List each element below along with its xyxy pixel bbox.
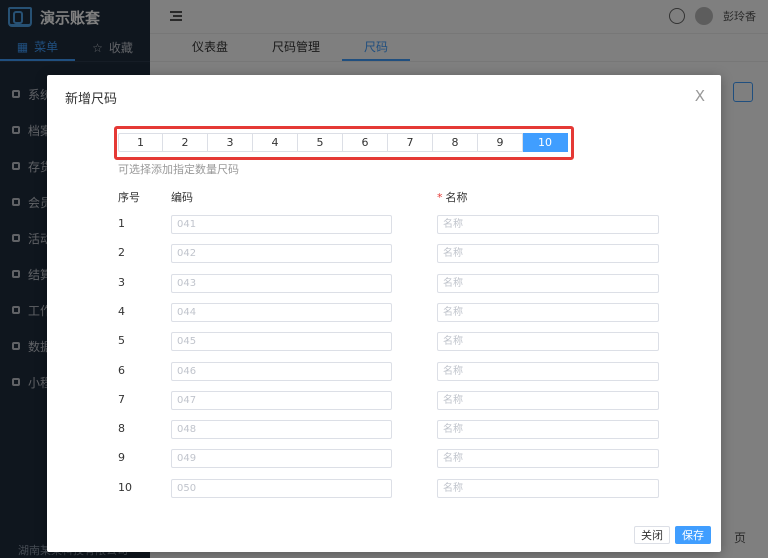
code-input[interactable] [171, 449, 392, 469]
count-option[interactable]: 2 [163, 133, 208, 152]
count-option[interactable]: 3 [208, 133, 253, 152]
count-option[interactable]: 4 [253, 133, 298, 152]
name-input[interactable] [437, 420, 659, 440]
size-row: 4 [47, 302, 721, 323]
header-code: 编码 [171, 191, 193, 204]
save-button[interactable]: 保存 [675, 526, 711, 544]
size-row: 7 [47, 390, 721, 411]
code-input[interactable] [171, 361, 392, 381]
count-option[interactable]: 5 [298, 133, 343, 152]
row-index: 5 [118, 334, 125, 348]
name-input[interactable] [437, 215, 659, 234]
count-option[interactable]: 8 [433, 133, 478, 152]
add-size-dialog: 新增尺码 X 1 2 3 4 5 6 7 8 9 10 可选择添加指定数量尺码 序号 编码 * 名称… [47, 75, 721, 552]
name-input[interactable] [437, 273, 659, 293]
count-hint: 可选择添加指定数量尺码 [118, 163, 239, 176]
row-index: 3 [118, 275, 125, 289]
name-input[interactable] [437, 332, 659, 352]
count-option[interactable]: 6 [343, 133, 388, 152]
row-index: 7 [118, 392, 125, 406]
header-name: * 名称 [437, 189, 468, 205]
row-index: 10 [118, 480, 132, 494]
code-input[interactable] [171, 215, 392, 234]
row-index: 2 [118, 246, 125, 260]
size-row: 8 [47, 420, 721, 440]
code-input[interactable] [171, 273, 392, 293]
header-name-label: 名称 [445, 191, 468, 204]
size-row: 6 [47, 361, 721, 382]
count-option[interactable]: 7 [388, 133, 433, 152]
size-row: 2 [47, 244, 721, 264]
code-input[interactable] [171, 332, 392, 352]
close-button[interactable]: 关闭 [634, 526, 670, 544]
name-input[interactable] [437, 390, 659, 410]
count-selector: 1 2 3 4 5 6 7 8 9 10 [118, 133, 568, 152]
code-input[interactable] [171, 478, 392, 498]
code-input[interactable] [171, 420, 392, 440]
size-row: 1 [47, 215, 721, 235]
name-input[interactable] [437, 244, 659, 264]
size-row: 9 [47, 449, 721, 469]
required-mark: * [437, 191, 443, 204]
code-input[interactable] [171, 390, 392, 410]
dialog-title: 新增尺码 [65, 92, 118, 107]
name-input[interactable] [437, 302, 659, 322]
row-index: 8 [118, 422, 125, 436]
name-input[interactable] [437, 478, 659, 498]
close-icon[interactable]: X [695, 87, 705, 105]
header-index: 序号 [118, 191, 140, 204]
name-input[interactable] [437, 361, 659, 381]
count-option[interactable]: 9 [478, 133, 523, 152]
row-index: 6 [118, 363, 125, 377]
count-option[interactable]: 10 [523, 133, 568, 152]
size-row: 10 [47, 478, 721, 499]
size-row: 3 [47, 273, 721, 294]
count-option[interactable]: 1 [118, 133, 163, 152]
dialog-footer: 关闭 保存 [634, 526, 711, 544]
size-row: 5 [47, 332, 721, 352]
row-index: 9 [118, 451, 125, 465]
name-input[interactable] [437, 449, 659, 469]
code-input[interactable] [171, 302, 392, 322]
code-input[interactable] [171, 244, 392, 264]
row-index: 1 [118, 217, 125, 230]
row-index: 4 [118, 304, 125, 318]
